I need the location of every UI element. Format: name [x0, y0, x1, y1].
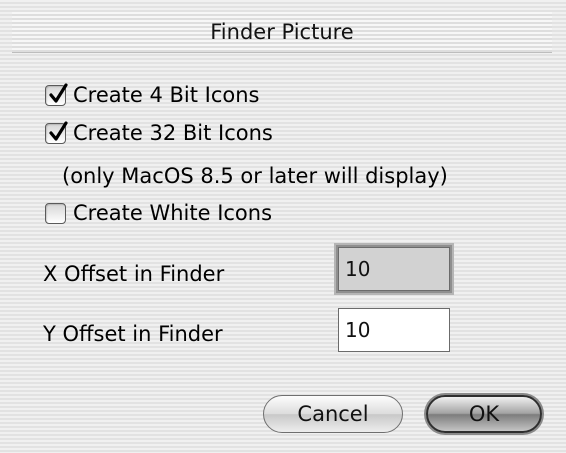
- create-white-icons-checkbox[interactable]: [45, 202, 66, 224]
- create-4bit-icons-checkbox[interactable]: [45, 82, 68, 106]
- create-white-icons-option[interactable]: Create White Icons: [45, 197, 272, 229]
- create-32bit-icons-option[interactable]: Create 32 Bit Icons: [45, 117, 273, 149]
- checkmark-icon: [49, 82, 68, 103]
- create-4bit-icons-label: Create 4 Bit Icons: [73, 83, 260, 107]
- dialog-title: Finder Picture: [210, 20, 354, 44]
- finder-picture-dialog: Finder Picture Create 4 Bit Icons Create…: [0, 0, 566, 453]
- y-offset-field[interactable]: [338, 308, 450, 352]
- checkmark-icon: [49, 120, 68, 141]
- macos-requirement-note: (only MacOS 8.5 or later will display): [62, 164, 448, 188]
- ok-button[interactable]: OK: [426, 395, 542, 433]
- x-offset-field[interactable]: [338, 247, 450, 291]
- create-4bit-icons-option[interactable]: Create 4 Bit Icons: [45, 79, 259, 111]
- create-white-icons-label: Create White Icons: [73, 201, 273, 225]
- x-offset-label: X Offset in Finder: [43, 262, 225, 286]
- y-offset-label: Y Offset in Finder: [43, 322, 223, 346]
- create-32bit-icons-checkbox[interactable]: [45, 120, 68, 144]
- dialog-titlebar: Finder Picture: [12, 12, 552, 53]
- create-32bit-icons-label: Create 32 Bit Icons: [73, 121, 273, 145]
- cancel-button[interactable]: Cancel: [263, 395, 403, 433]
